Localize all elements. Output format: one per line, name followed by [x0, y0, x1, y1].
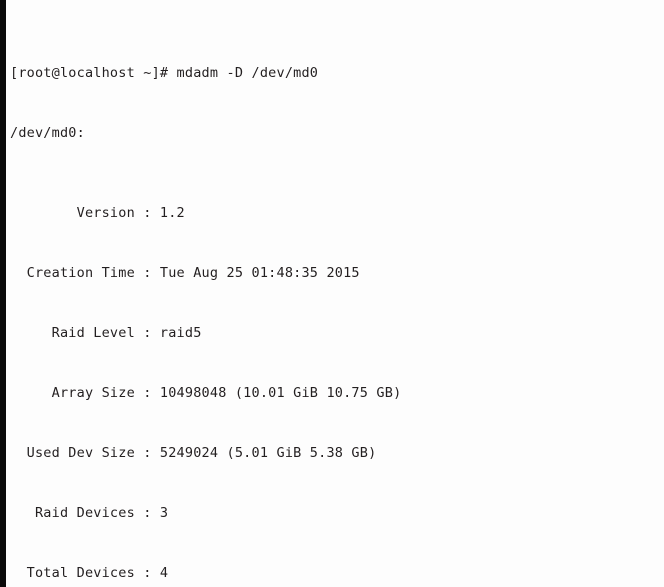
device-header-line: /dev/md0: [10, 125, 85, 141]
detail-line-total-devices: Total Devices : 4 [10, 565, 169, 581]
terminal-screen[interactable]: [root@localhost ~]# mdadm -D /dev/md0 /d… [10, 3, 664, 587]
shell-prompt-line: [root@localhost ~]# mdadm -D /dev/md0 [10, 65, 319, 81]
detail-line-raid-devices: Raid Devices : 3 [10, 505, 169, 521]
window-left-border [0, 0, 6, 587]
detail-line-version: Version : 1.2 [10, 205, 185, 221]
detail-line-raid-level: Raid Level : raid5 [10, 325, 202, 341]
detail-line-used-dev-size: Used Dev Size : 5249024 (5.01 GiB 5.38 G… [10, 445, 377, 461]
detail-line-creation-time: Creation Time : Tue Aug 25 01:48:35 2015 [10, 265, 360, 281]
detail-line-array-size: Array Size : 10498048 (10.01 GiB 10.75 G… [10, 385, 402, 401]
terminal-window: [root@localhost ~]# mdadm -D /dev/md0 /d… [0, 0, 664, 587]
